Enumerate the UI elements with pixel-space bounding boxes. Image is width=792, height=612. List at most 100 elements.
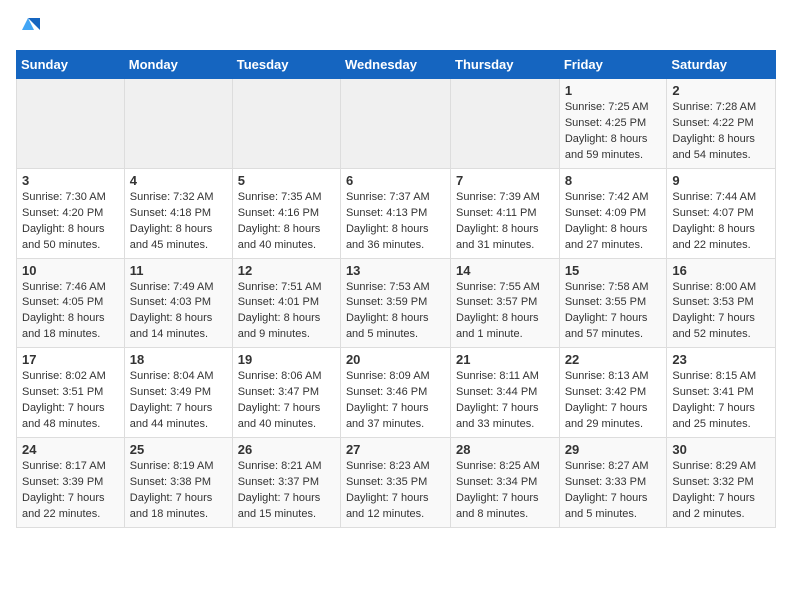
day-number: 10 <box>22 263 119 278</box>
page-header <box>16 16 776 38</box>
calendar-cell: 2Sunrise: 7:28 AM Sunset: 4:22 PM Daylig… <box>667 79 776 169</box>
day-info: Sunrise: 8:04 AM Sunset: 3:49 PM Dayligh… <box>130 369 227 433</box>
day-number: 2 <box>672 83 770 98</box>
calendar-cell: 12 Sunrise: 7:51 AM Sunset: 4:01 PM Dayli… <box>232 258 340 348</box>
calendar-column-monday: Monday <box>124 51 232 79</box>
calendar-week-3: 10Sunrise: 7:46 AM Sunset: 4:05 PM Dayli… <box>17 258 776 348</box>
day-number: 12 <box>238 263 335 278</box>
calendar-week-2: 3 Sunrise: 7:30 AM Sunset: 4:20 PM Daylig… <box>17 168 776 258</box>
day-info: Sunrise: 7:51 AM Sunset: 4:01 PM Dayligh… <box>238 280 335 344</box>
calendar-column-friday: Friday <box>559 51 667 79</box>
day-number: 14 <box>456 263 554 278</box>
day-number: 28 <box>456 442 554 457</box>
calendar-cell <box>124 79 232 169</box>
calendar-cell: 1 Sunrise: 7:25 AM Sunset: 4:25 PM Daylig… <box>559 79 667 169</box>
day-number: 22 <box>565 352 662 367</box>
day-number: 27 <box>346 442 445 457</box>
day-number: 4 <box>130 173 227 188</box>
calendar-cell: 6 Sunrise: 7:37 AM Sunset: 4:13 PM Daylig… <box>340 168 450 258</box>
day-info: Sunrise: 7:37 AM Sunset: 4:13 PM Dayligh… <box>346 190 445 254</box>
calendar-cell: 5Sunrise: 7:35 AM Sunset: 4:16 PM Daylig… <box>232 168 340 258</box>
day-info: Sunrise: 7:32 AM Sunset: 4:18 PM Dayligh… <box>130 190 227 254</box>
day-info: Sunrise: 8:17 AM Sunset: 3:39 PM Dayligh… <box>22 459 119 523</box>
day-info: Sunrise: 8:25 AM Sunset: 3:34 PM Dayligh… <box>456 459 554 523</box>
calendar-week-4: 17 Sunrise: 8:02 AM Sunset: 3:51 PM Dayli… <box>17 348 776 438</box>
calendar-column-saturday: Saturday <box>667 51 776 79</box>
calendar-header-row: SundayMondayTuesdayWednesdayThursdayFrid… <box>17 51 776 79</box>
calendar-cell: 10Sunrise: 7:46 AM Sunset: 4:05 PM Dayli… <box>17 258 125 348</box>
calendar-cell: 22 Sunrise: 8:13 AM Sunset: 3:42 PM Dayli… <box>559 348 667 438</box>
calendar-cell: 23Sunrise: 8:15 AM Sunset: 3:41 PM Dayli… <box>667 348 776 438</box>
day-info: Sunrise: 7:42 AM Sunset: 4:09 PM Dayligh… <box>565 190 662 254</box>
day-number: 6 <box>346 173 445 188</box>
day-number: 16 <box>672 263 770 278</box>
day-number: 7 <box>456 173 554 188</box>
day-info: Sunrise: 8:11 AM Sunset: 3:44 PM Dayligh… <box>456 369 554 433</box>
calendar-cell: 28 Sunrise: 8:25 AM Sunset: 3:34 PM Dayli… <box>451 438 560 528</box>
calendar-cell: 7 Sunrise: 7:39 AM Sunset: 4:11 PM Daylig… <box>451 168 560 258</box>
day-info: Sunrise: 7:39 AM Sunset: 4:11 PM Dayligh… <box>456 190 554 254</box>
calendar-column-wednesday: Wednesday <box>340 51 450 79</box>
calendar-cell: 29Sunrise: 8:27 AM Sunset: 3:33 PM Dayli… <box>559 438 667 528</box>
calendar-cell: 15 Sunrise: 7:58 AM Sunset: 3:55 PM Dayli… <box>559 258 667 348</box>
calendar-week-5: 24 Sunrise: 8:17 AM Sunset: 3:39 PM Dayli… <box>17 438 776 528</box>
calendar-cell: 4 Sunrise: 7:32 AM Sunset: 4:18 PM Daylig… <box>124 168 232 258</box>
day-number: 29 <box>565 442 662 457</box>
day-info: Sunrise: 7:58 AM Sunset: 3:55 PM Dayligh… <box>565 280 662 344</box>
day-number: 11 <box>130 263 227 278</box>
day-number: 21 <box>456 352 554 367</box>
calendar-table: SundayMondayTuesdayWednesdayThursdayFrid… <box>16 50 776 528</box>
logo-icon <box>20 16 42 38</box>
calendar-cell: 16Sunrise: 8:00 AM Sunset: 3:53 PM Dayli… <box>667 258 776 348</box>
calendar-cell: 17 Sunrise: 8:02 AM Sunset: 3:51 PM Dayli… <box>17 348 125 438</box>
day-info: Sunrise: 8:06 AM Sunset: 3:47 PM Dayligh… <box>238 369 335 433</box>
day-info: Sunrise: 7:44 AM Sunset: 4:07 PM Dayligh… <box>672 190 770 254</box>
day-number: 19 <box>238 352 335 367</box>
day-number: 8 <box>565 173 662 188</box>
calendar-week-1: 1 Sunrise: 7:25 AM Sunset: 4:25 PM Daylig… <box>17 79 776 169</box>
day-info: Sunrise: 8:21 AM Sunset: 3:37 PM Dayligh… <box>238 459 335 523</box>
day-info: Sunrise: 8:09 AM Sunset: 3:46 PM Dayligh… <box>346 369 445 433</box>
day-info: Sunrise: 8:02 AM Sunset: 3:51 PM Dayligh… <box>22 369 119 433</box>
day-info: Sunrise: 7:30 AM Sunset: 4:20 PM Dayligh… <box>22 190 119 254</box>
day-number: 5 <box>238 173 335 188</box>
calendar-cell: 26 Sunrise: 8:21 AM Sunset: 3:37 PM Dayli… <box>232 438 340 528</box>
calendar-cell: 9 Sunrise: 7:44 AM Sunset: 4:07 PM Daylig… <box>667 168 776 258</box>
day-number: 26 <box>238 442 335 457</box>
calendar-cell <box>232 79 340 169</box>
day-info: Sunrise: 7:49 AM Sunset: 4:03 PM Dayligh… <box>130 280 227 344</box>
calendar-body: 1 Sunrise: 7:25 AM Sunset: 4:25 PM Daylig… <box>17 79 776 528</box>
day-info: Sunrise: 7:25 AM Sunset: 4:25 PM Dayligh… <box>565 100 662 164</box>
day-number: 25 <box>130 442 227 457</box>
calendar-cell <box>451 79 560 169</box>
calendar-cell: 18 Sunrise: 8:04 AM Sunset: 3:49 PM Dayli… <box>124 348 232 438</box>
day-number: 13 <box>346 263 445 278</box>
day-number: 15 <box>565 263 662 278</box>
day-info: Sunrise: 8:23 AM Sunset: 3:35 PM Dayligh… <box>346 459 445 523</box>
calendar-cell: 27 Sunrise: 8:23 AM Sunset: 3:35 PM Dayli… <box>340 438 450 528</box>
calendar-cell: 19 Sunrise: 8:06 AM Sunset: 3:47 PM Dayli… <box>232 348 340 438</box>
day-number: 3 <box>22 173 119 188</box>
day-info: Sunrise: 8:29 AM Sunset: 3:32 PM Dayligh… <box>672 459 770 523</box>
calendar-cell: 8 Sunrise: 7:42 AM Sunset: 4:09 PM Daylig… <box>559 168 667 258</box>
calendar-cell <box>340 79 450 169</box>
day-info: Sunrise: 8:15 AM Sunset: 3:41 PM Dayligh… <box>672 369 770 433</box>
day-number: 1 <box>565 83 662 98</box>
day-number: 17 <box>22 352 119 367</box>
calendar-cell: 20 Sunrise: 8:09 AM Sunset: 3:46 PM Dayli… <box>340 348 450 438</box>
calendar-column-tuesday: Tuesday <box>232 51 340 79</box>
day-number: 18 <box>130 352 227 367</box>
calendar-cell: 14 Sunrise: 7:55 AM Sunset: 3:57 PM Dayli… <box>451 258 560 348</box>
calendar-cell: 21 Sunrise: 8:11 AM Sunset: 3:44 PM Dayli… <box>451 348 560 438</box>
calendar-cell: 3 Sunrise: 7:30 AM Sunset: 4:20 PM Daylig… <box>17 168 125 258</box>
day-number: 20 <box>346 352 445 367</box>
calendar-cell: 24 Sunrise: 8:17 AM Sunset: 3:39 PM Dayli… <box>17 438 125 528</box>
day-info: Sunrise: 7:55 AM Sunset: 3:57 PM Dayligh… <box>456 280 554 344</box>
day-info: Sunrise: 8:13 AM Sunset: 3:42 PM Dayligh… <box>565 369 662 433</box>
day-number: 9 <box>672 173 770 188</box>
calendar-cell: 13Sunrise: 7:53 AM Sunset: 3:59 PM Dayli… <box>340 258 450 348</box>
calendar-cell: 11 Sunrise: 7:49 AM Sunset: 4:03 PM Dayli… <box>124 258 232 348</box>
day-info: Sunrise: 8:19 AM Sunset: 3:38 PM Dayligh… <box>130 459 227 523</box>
calendar-column-thursday: Thursday <box>451 51 560 79</box>
day-number: 24 <box>22 442 119 457</box>
